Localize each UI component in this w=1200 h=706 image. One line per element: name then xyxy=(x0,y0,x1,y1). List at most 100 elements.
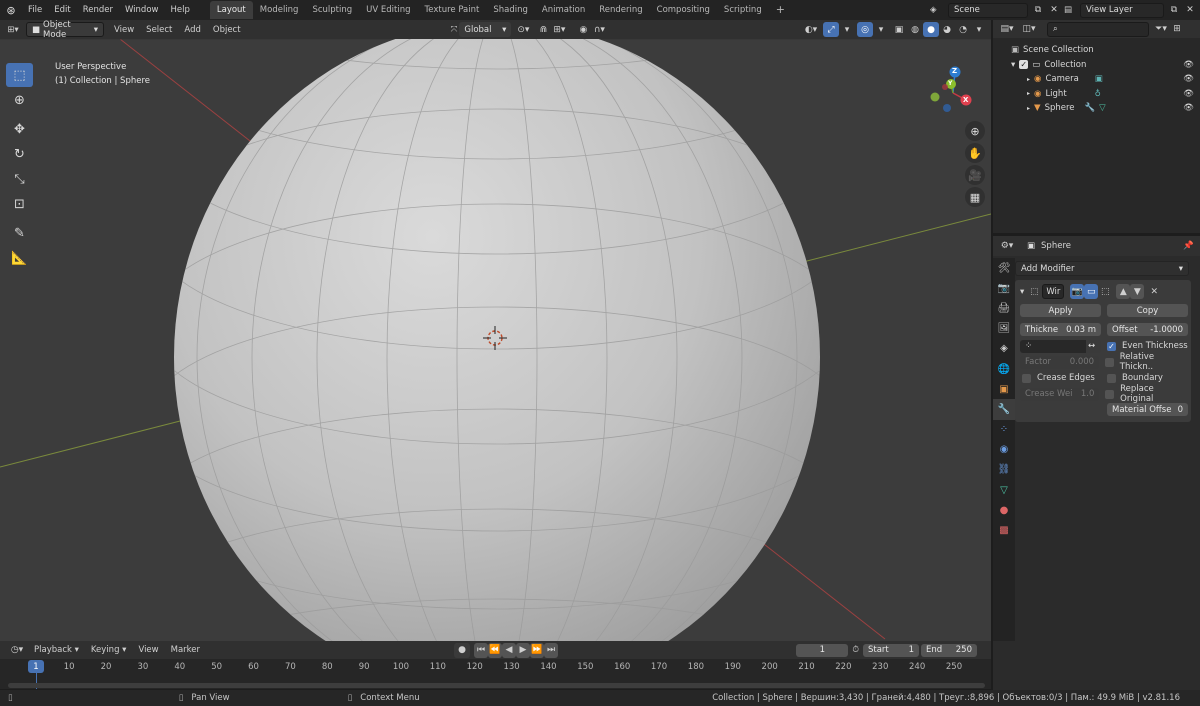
menu-object[interactable]: Object xyxy=(207,20,247,40)
snap-target-icon[interactable]: ⊞▾ xyxy=(551,22,567,37)
tab-texture-paint[interactable]: Texture Paint xyxy=(418,1,487,19)
measure-tool-icon[interactable]: 📐 xyxy=(6,246,33,270)
object-tab-icon[interactable]: ▣ xyxy=(993,379,1015,399)
menu-playback[interactable]: Playback ▾ xyxy=(28,640,85,660)
scene-icon[interactable]: ◈ xyxy=(930,5,948,15)
jump-end-icon[interactable]: ⏭ xyxy=(544,642,558,658)
scale-tool-icon[interactable]: ⤡ xyxy=(6,167,33,191)
transform-tool-icon[interactable]: ⊡ xyxy=(6,192,33,216)
outliner-item-camera[interactable]: ▸ ◉ Camera ▣ 👁 xyxy=(993,72,1200,87)
editmode-toggle-icon[interactable]: ⬚ xyxy=(1098,284,1112,299)
tool-tab-icon[interactable]: 🛠 xyxy=(993,258,1015,278)
gizmo-toggle-icon[interactable]: ⤢ xyxy=(823,22,839,37)
next-keyframe-icon[interactable]: ⏩ xyxy=(530,642,544,658)
transform-orientation-dropdown[interactable]: Global ▾ xyxy=(459,22,512,37)
thickness-field[interactable]: Thickne 0.03 m xyxy=(1020,323,1101,336)
constraints-tab-icon[interactable]: ⛓ xyxy=(993,460,1015,480)
visibility-eye-icon[interactable]: 👁 xyxy=(1183,103,1194,113)
menu-select[interactable]: Select xyxy=(140,20,178,40)
properties-editor-type-icon[interactable]: ⚙▾ xyxy=(999,239,1015,254)
tab-rendering[interactable]: Rendering xyxy=(592,1,649,19)
add-workspace-button[interactable]: + xyxy=(769,1,792,19)
menu-window[interactable]: Window xyxy=(119,0,165,20)
end-frame-field[interactable]: End 250 xyxy=(921,643,977,657)
tab-modeling[interactable]: Modeling xyxy=(253,1,306,19)
gizmo-dropdown-icon[interactable]: ▾ xyxy=(839,22,855,37)
expand-arrow-icon[interactable]: ▾ xyxy=(1011,60,1015,70)
solid-shading-icon[interactable]: ● xyxy=(923,22,939,37)
physics-tab-icon[interactable]: ◉ xyxy=(993,440,1015,460)
editor-type-icon[interactable]: ⊞▾ xyxy=(0,25,26,35)
mesh-data-icon[interactable]: ▽ xyxy=(1099,103,1106,113)
menu-add[interactable]: Add xyxy=(178,20,206,40)
move-down-icon[interactable]: ▼ xyxy=(1130,284,1145,299)
timeline-area[interactable]: 10 20 30 40 50 60 70 80 90 100 110 120 130 140 150 160 1… xyxy=(0,659,991,689)
proportional-editing-icon[interactable]: ◉ xyxy=(575,22,591,37)
menu-help[interactable]: Help xyxy=(164,0,195,20)
material-shading-icon[interactable]: ◕ xyxy=(939,22,955,37)
zoom-icon[interactable]: ⊕ xyxy=(965,121,985,141)
copy-button[interactable]: Copy xyxy=(1107,304,1188,317)
add-modifier-dropdown[interactable]: Add Modifier ▾ xyxy=(1015,261,1195,276)
outliner-editor-type-icon[interactable]: ▤▾ xyxy=(999,22,1015,37)
expand-arrow-icon[interactable]: ▸ xyxy=(1027,76,1030,83)
outliner-search-input[interactable]: ⌕ xyxy=(1047,21,1149,37)
menu-marker[interactable]: Marker xyxy=(165,640,206,660)
new-collection-icon[interactable]: ⊞ xyxy=(1169,22,1185,37)
tab-animation[interactable]: Animation xyxy=(535,1,592,19)
scene-selector[interactable]: Scene xyxy=(948,2,1028,18)
play-icon[interactable]: ▶ xyxy=(516,642,530,658)
jump-start-icon[interactable]: ⏮ xyxy=(474,642,488,658)
timeline-scrollbar[interactable] xyxy=(8,683,985,688)
view-layer-tab-icon[interactable]: 🖼 xyxy=(993,319,1015,339)
menu-view[interactable]: View xyxy=(108,20,140,40)
copy-scene-icon[interactable]: ⧉ xyxy=(1030,3,1046,18)
snap-icon[interactable]: ⋒ xyxy=(535,22,551,37)
render-tab-icon[interactable]: 📷 xyxy=(993,278,1015,298)
light-data-icon[interactable]: ♁ xyxy=(1095,89,1101,99)
move-tool-icon[interactable]: ✥ xyxy=(6,117,33,141)
output-tab-icon[interactable]: 🖨 xyxy=(993,298,1015,318)
scene-tab-icon[interactable]: ◈ xyxy=(993,339,1015,359)
texture-tab-icon[interactable]: ▩ xyxy=(993,520,1015,540)
visibility-eye-icon[interactable]: 👁 xyxy=(1183,74,1194,84)
view-layer-selector[interactable]: View Layer xyxy=(1080,2,1164,18)
camera-data-icon[interactable]: ▣ xyxy=(1095,74,1103,84)
vertex-group-field[interactable]: ⁘ xyxy=(1020,339,1086,353)
tab-scripting[interactable]: Scripting xyxy=(717,1,769,19)
render-toggle-icon[interactable]: 📷 xyxy=(1070,284,1085,299)
crease-edges-checkbox[interactable]: Crease Edges xyxy=(1020,371,1101,385)
viewport-toggle-icon[interactable]: ▭ xyxy=(1084,284,1099,299)
menu-keying[interactable]: Keying ▾ xyxy=(85,640,133,660)
frame-ruler[interactable]: 10 20 30 40 50 60 70 80 90 100 110 120 130 140 150 160 1… xyxy=(0,659,991,675)
outliner-display-mode-icon[interactable]: ◫▾ xyxy=(1021,22,1037,37)
delete-scene-icon[interactable]: ✕ xyxy=(1046,3,1062,18)
start-frame-field[interactable]: Start 1 xyxy=(863,643,919,657)
wireframe-shading-icon[interactable]: ◍ xyxy=(907,22,923,37)
menu-file[interactable]: File xyxy=(22,0,48,20)
delete-view-layer-icon[interactable]: ✕ xyxy=(1182,3,1198,18)
annotate-tool-icon[interactable]: ✎ xyxy=(6,221,33,245)
delete-modifier-icon[interactable]: ✕ xyxy=(1148,284,1160,299)
collection-checkbox[interactable]: ✓ xyxy=(1019,60,1029,70)
preview-range-icon[interactable]: ⏱ xyxy=(852,645,859,655)
camera-view-icon[interactable]: 🎥 xyxy=(965,165,985,185)
prev-keyframe-icon[interactable]: ⏪ xyxy=(488,642,502,658)
menu-render[interactable]: Render xyxy=(77,0,119,20)
visibility-eye-icon[interactable]: 👁 xyxy=(1183,60,1194,70)
view-layer-icon[interactable]: ▤ xyxy=(1064,5,1080,15)
overlays-dropdown-icon[interactable]: ▾ xyxy=(873,22,889,37)
invert-vertex-group-button[interactable]: ↔ xyxy=(1086,339,1101,353)
pan-hand-icon[interactable]: ✋ xyxy=(965,143,985,163)
rendered-shading-icon[interactable]: ◔ xyxy=(955,22,971,37)
replace-original-checkbox[interactable]: Replace Original xyxy=(1105,384,1188,404)
modifier-tab-icon[interactable]: 🔧 xyxy=(993,399,1015,420)
expand-arrow-icon[interactable]: ▸ xyxy=(1027,105,1030,112)
record-icon[interactable]: ● xyxy=(454,642,470,658)
boundary-checkbox[interactable]: Boundary xyxy=(1107,371,1163,385)
modifier-wrench-icon[interactable]: 🔧 xyxy=(1085,103,1096,113)
tab-compositing[interactable]: Compositing xyxy=(650,1,717,19)
collapse-arrow-icon[interactable]: ▾ xyxy=(1020,287,1024,297)
tab-sculpting[interactable]: Sculpting xyxy=(305,1,359,19)
menu-timeline-view[interactable]: View xyxy=(132,640,164,660)
